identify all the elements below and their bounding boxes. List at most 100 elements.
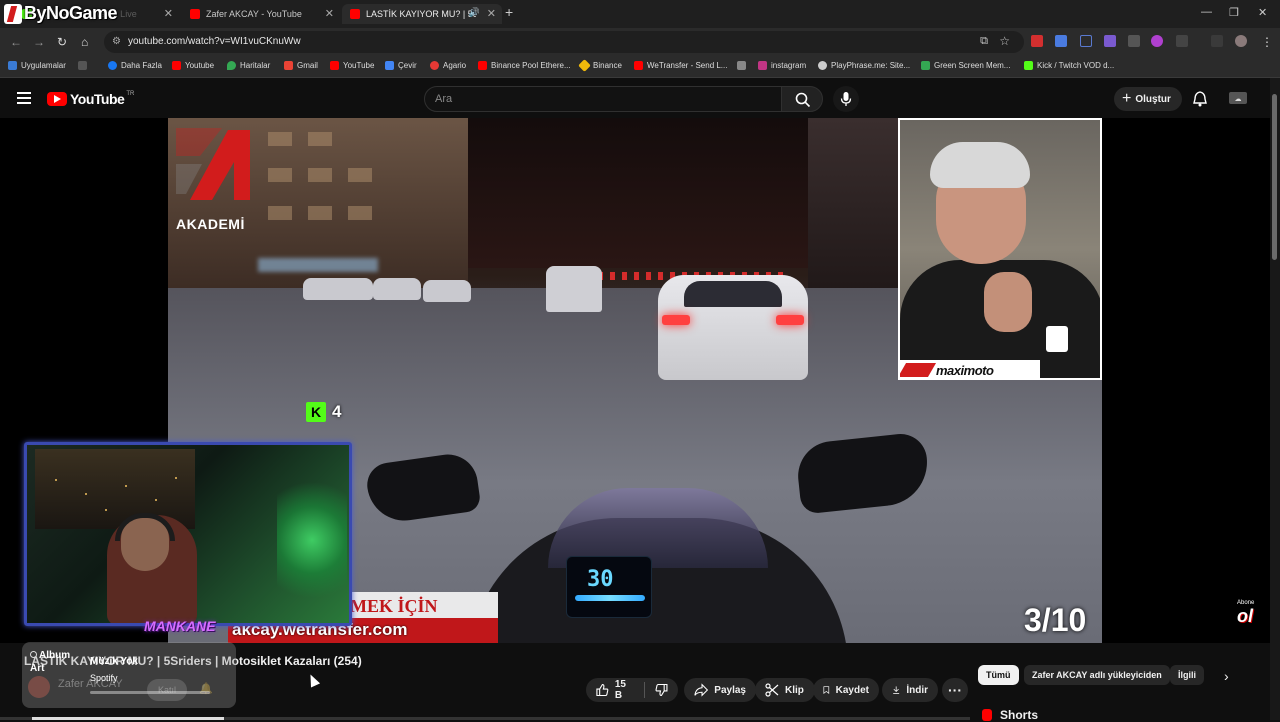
- site-info-icon[interactable]: ⚙: [112, 36, 121, 47]
- extensions-puzzle-icon[interactable]: [1176, 35, 1188, 47]
- youtube-tab-icon: [190, 9, 200, 19]
- page-scrollbar[interactable]: [1270, 78, 1280, 720]
- bookmark-item[interactable]: Binance Pool Ethere...: [478, 61, 571, 70]
- spotify-track-title: Müzik Yok: [90, 656, 138, 667]
- media-controls-icon[interactable]: [1211, 35, 1223, 47]
- minimize-icon[interactable]: —: [1201, 6, 1212, 18]
- bookmark-label: Kick / Twitch VOD d...: [1037, 61, 1115, 70]
- video-player[interactable]: 30 AKADEMİ maximoto K 4 MEK İÇİN akcay.w…: [0, 118, 1270, 643]
- notifications-bell-icon[interactable]: [1193, 91, 1207, 107]
- close-tab-icon[interactable]: ✕: [487, 7, 496, 20]
- like-icon[interactable]: [596, 683, 609, 697]
- like-count[interactable]: 15 B: [615, 679, 634, 701]
- kick-logo-icon: K: [306, 402, 326, 422]
- search-input[interactable]: [425, 87, 765, 111]
- new-tab-button[interactable]: +: [505, 4, 513, 20]
- audio-playing-icon[interactable]: 🔊: [469, 7, 480, 18]
- bookmarks-bar: Uygulamalar Daha Fazla Youtube Haritalar…: [0, 56, 1280, 78]
- scrollbar-thumb[interactable]: [1272, 94, 1277, 260]
- dislike-icon[interactable]: [655, 683, 668, 697]
- youtube-header: YouTube TR + Oluştur ☁: [0, 78, 1280, 118]
- tab-lastik-kayiyor[interactable]: LASTİK KAYIYOR MU? | 5S... 🔊 ✕: [342, 4, 502, 24]
- create-button[interactable]: + Oluştur: [1114, 87, 1182, 111]
- tab-zafer-akcay[interactable]: Zafer AKCAY - YouTube ✕: [182, 4, 340, 24]
- bookmark-item[interactable]: Gmail: [284, 61, 318, 70]
- account-avatar-icon[interactable]: ☁: [1228, 89, 1248, 107]
- chip-related[interactable]: İlgili: [1170, 665, 1204, 685]
- share-button[interactable]: Paylaş: [684, 678, 756, 702]
- extension-audio-icon[interactable]: [1080, 35, 1092, 47]
- kick-icon: [1024, 61, 1033, 70]
- bookmark-star-icon[interactable]: ☆: [999, 34, 1010, 48]
- profile-avatar-icon[interactable]: [1235, 35, 1247, 47]
- bookmark-item[interactable]: [737, 61, 750, 70]
- bookmark-label: Green Screen Mem...: [934, 61, 1011, 70]
- parked-car: [373, 278, 421, 300]
- bookmark-item[interactable]: Green Screen Mem...: [921, 61, 1010, 70]
- binance-icon: [578, 59, 591, 72]
- maximize-icon[interactable]: ❐: [1229, 6, 1239, 19]
- bookmark-item[interactable]: Binance: [578, 59, 622, 72]
- maximoto-banner: maximoto: [900, 360, 1040, 378]
- forward-icon[interactable]: →: [33, 35, 45, 49]
- bookmark-label: Uygulamalar: [21, 61, 66, 70]
- extension-screenshot-icon[interactable]: [1128, 35, 1140, 47]
- extension-pen-icon[interactable]: [1104, 35, 1116, 47]
- home-icon[interactable]: ⌂: [81, 35, 88, 49]
- reload-icon[interactable]: ↻: [57, 35, 67, 49]
- extension-s-icon[interactable]: [1151, 35, 1163, 47]
- bookmark-label: Daha Fazla: [121, 61, 162, 70]
- album-art: Album Art: [30, 650, 80, 700]
- bookmark-item[interactable]: Youtube: [172, 61, 214, 70]
- extension-translate-icon[interactable]: [1055, 35, 1067, 47]
- bookmark-item[interactable]: Kick / Twitch VOD d...: [1024, 61, 1114, 70]
- search-button[interactable]: [781, 86, 823, 112]
- browser-menu-icon[interactable]: ⋮: [1261, 35, 1273, 49]
- close-window-icon[interactable]: ✕: [1258, 6, 1267, 19]
- chip-all[interactable]: Tümü: [978, 665, 1019, 685]
- close-tab-icon[interactable]: ✕: [164, 7, 173, 20]
- save-button[interactable]: Kaydet: [813, 678, 879, 702]
- bookmark-item[interactable]: instagram: [758, 61, 806, 70]
- youtube-logo[interactable]: YouTube TR: [47, 91, 134, 107]
- gmail-icon: [284, 61, 293, 70]
- bookmark-label: PlayPhrase.me: Site...: [831, 61, 911, 70]
- spotify-now-playing-widget: Album Art Müzik Yok Spotify: [22, 642, 236, 708]
- install-app-icon[interactable]: ⧉: [980, 35, 988, 48]
- green-screen-icon: [921, 61, 930, 70]
- bookmark-item[interactable]: WeTransfer - Send L...: [634, 61, 727, 70]
- bookmark-item[interactable]: PlayPhrase.me: Site...: [818, 61, 910, 70]
- subscribe-watermark[interactable]: Abone ol: [1235, 600, 1263, 628]
- bynogame-logo-text: ByNoGame: [24, 3, 118, 23]
- youtube-icon: [330, 61, 339, 70]
- bookmark-item[interactable]: Agario: [430, 61, 466, 70]
- akademi-logo: AKADEMİ: [168, 118, 258, 238]
- bookmark-item[interactable]: YouTube: [330, 61, 374, 70]
- extension-new-icon[interactable]: [1031, 35, 1043, 47]
- grid-icon: [78, 61, 87, 70]
- voice-search-button[interactable]: [833, 86, 859, 112]
- url-text[interactable]: youtube.com/watch?v=WI1vuCKnuWw: [128, 36, 301, 47]
- facebook-icon: [108, 61, 117, 70]
- speedometer: 30: [566, 556, 652, 618]
- like-dislike-group: 15 B: [586, 678, 678, 702]
- bookmark-item[interactable]: Çevir: [385, 61, 417, 70]
- download-button[interactable]: İndir: [882, 678, 938, 702]
- address-bar[interactable]: ⚙ youtube.com/watch?v=WI1vuCKnuWw ⧉ ☆: [104, 31, 1024, 53]
- bookmark-label: Gmail: [297, 61, 318, 70]
- bookmark-item[interactable]: [78, 61, 91, 70]
- chip-from-uploader[interactable]: Zafer AKCAY adlı yükleyiciden: [1024, 665, 1170, 685]
- plus-icon: +: [1122, 90, 1132, 107]
- menu-icon[interactable]: [17, 92, 31, 104]
- bookmark-item[interactable]: Uygulamalar: [8, 61, 66, 70]
- back-icon[interactable]: ←: [10, 35, 22, 49]
- close-tab-icon[interactable]: ✕: [325, 7, 334, 20]
- download-label: İndir: [906, 684, 928, 696]
- more-actions-icon[interactable]: ···: [942, 678, 968, 702]
- bookmark-item[interactable]: Haritalar: [227, 61, 270, 70]
- clip-button[interactable]: Klip: [755, 678, 815, 702]
- promo-line-1: MEK İÇİN: [350, 596, 438, 616]
- bookmark-item[interactable]: Daha Fazla: [108, 61, 162, 70]
- bookmark-label: instagram: [771, 61, 807, 70]
- chevron-right-icon[interactable]: ›: [1224, 668, 1229, 684]
